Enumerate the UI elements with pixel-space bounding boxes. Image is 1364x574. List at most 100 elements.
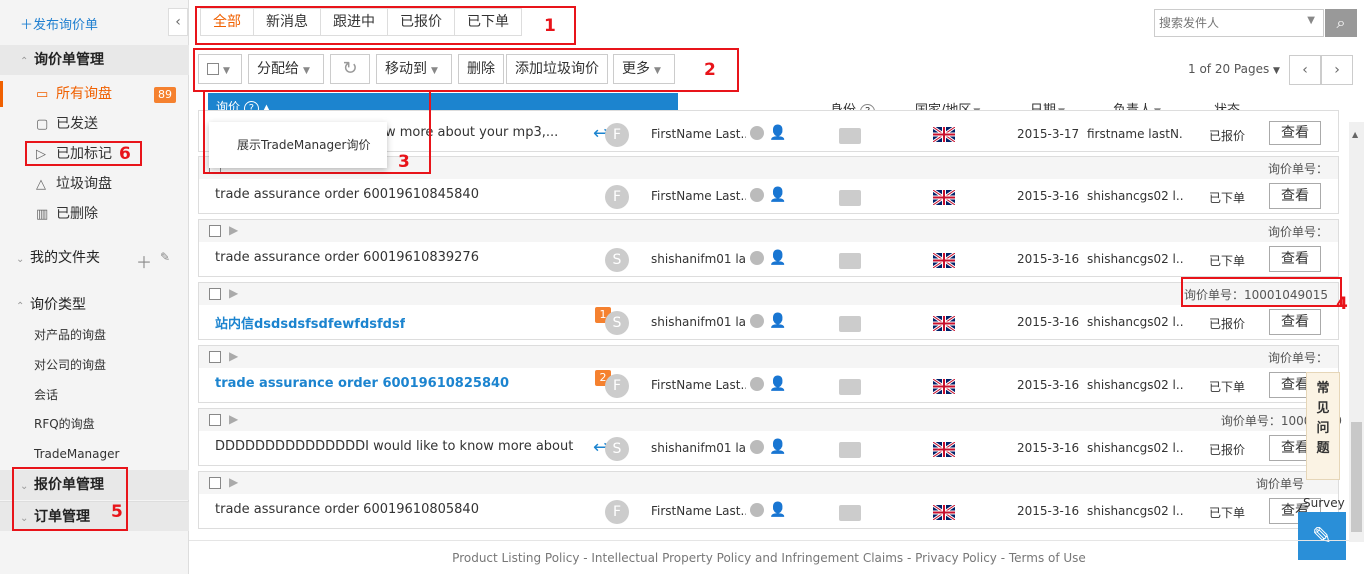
scroll-up-icon[interactable]: ▲ xyxy=(1352,130,1358,139)
sender-name[interactable]: shishanifm01 la... xyxy=(651,441,746,455)
table-row[interactable]: ▶ 询价单号：10001049015 站内信dsdsdsfsdfewfdsfdsf… xyxy=(198,282,1339,340)
row-checkbox[interactable] xyxy=(209,225,221,237)
page-indicator[interactable]: 1 of 20 Pages ▼ xyxy=(1188,62,1280,76)
search-button[interactable]: ⌕ xyxy=(1325,9,1357,37)
row-checkbox[interactable] xyxy=(209,351,221,363)
sidebar-item-all-inquiries[interactable]: ▭ 所有询盘 xyxy=(36,81,112,107)
annotation-label-4: 4 xyxy=(1336,294,1348,314)
row-date: 2015-3-16 xyxy=(1017,252,1080,266)
inquiry-subject[interactable]: trade assurance order 60019610805840 xyxy=(215,502,479,517)
type-product-inquiry[interactable]: 对产品的询盘 xyxy=(34,323,106,347)
view-button[interactable]: 查看 xyxy=(1269,121,1321,145)
uk-flag-icon xyxy=(933,379,955,394)
inquiry-filter-dropdown: 展示TradeManager询价 xyxy=(209,122,387,168)
sender-name[interactable]: FirstName Last... xyxy=(651,189,746,203)
edit-folder-icon[interactable]: ✎ xyxy=(160,250,170,264)
table-row[interactable]: ▶ 询价单号： trade assurance order 60019610839… xyxy=(198,219,1339,277)
next-page-button[interactable]: › xyxy=(1321,55,1353,85)
row-checkbox[interactable] xyxy=(209,288,221,300)
row-checkbox[interactable] xyxy=(209,414,221,426)
flag-icon[interactable]: ▶ xyxy=(229,475,238,489)
inquiry-subject[interactable]: 站内信dsdsdsfsdfewfdsfdsf xyxy=(215,313,405,332)
sender-name[interactable]: shishanifm01 la... xyxy=(651,315,746,329)
trademanager-icon[interactable] xyxy=(750,377,764,391)
avatar: F xyxy=(605,123,629,147)
sender-name[interactable]: FirstName Last... xyxy=(651,378,746,392)
row-date: 2015-3-16 xyxy=(1017,315,1080,329)
type-rfq-inquiry[interactable]: RFQ的询盘 xyxy=(34,412,95,436)
annotation-label-2: 2 xyxy=(704,60,716,80)
show-trademanager-option[interactable]: 展示TradeManager询价 xyxy=(237,138,370,152)
trademanager-icon[interactable] xyxy=(750,503,764,517)
trademanager-icon[interactable] xyxy=(750,126,764,140)
prev-page-button[interactable]: ‹ xyxy=(1289,55,1321,85)
row-status: 已下单 xyxy=(1209,380,1246,394)
publish-inquiry-link[interactable]: ＋发布询价单 xyxy=(20,14,98,33)
annotation-label-6: 6 xyxy=(119,144,131,164)
row-meta: ▶ 询价单号 xyxy=(199,472,1338,494)
chevron-up-icon: ⌃ xyxy=(16,301,25,312)
uk-flag-icon xyxy=(933,253,955,268)
flag-icon[interactable]: ▶ xyxy=(229,223,238,237)
table-row[interactable]: ▶ 询价单号：10001049 DDDDDDDDDDDDDDDI would li… xyxy=(198,408,1342,466)
faq-widget[interactable]: 常 见 问 题 xyxy=(1306,372,1340,480)
scrollbar[interactable]: ▲ xyxy=(1349,122,1364,542)
inquiry-subject[interactable]: trade assurance order 60019610839276 xyxy=(215,250,479,265)
trademanager-icon[interactable] xyxy=(750,314,764,328)
row-owner: shishancgs02 l... xyxy=(1087,504,1183,518)
survey-link[interactable]: Survey xyxy=(1303,496,1345,510)
inquiry-subject[interactable]: trade assurance order 60019610825840 xyxy=(215,376,509,391)
table-row[interactable]: ▶ 询价单号： trade assurance order 60019610825… xyxy=(198,345,1339,403)
type-conversation[interactable]: 会话 xyxy=(34,383,58,407)
chevron-left-icon: ‹ xyxy=(175,14,181,30)
uk-flag-icon xyxy=(933,442,955,457)
flag-icon[interactable]: ▶ xyxy=(229,412,238,426)
id-card-icon xyxy=(839,379,861,395)
add-folder-icon[interactable]: ＋ xyxy=(136,249,152,273)
view-button[interactable]: 查看 xyxy=(1269,309,1321,335)
order-number: 询价单号： xyxy=(1267,351,1328,365)
row-date: 2015-3-16 xyxy=(1017,189,1080,203)
avatar: S xyxy=(605,248,629,272)
view-button[interactable]: 查看 xyxy=(1269,183,1321,209)
trademanager-icon[interactable] xyxy=(750,440,764,454)
trademanager-icon[interactable] xyxy=(750,251,764,265)
flag-icon[interactable]: ▶ xyxy=(229,286,238,300)
id-card-icon xyxy=(839,190,861,206)
person-icon: 👤 xyxy=(769,250,787,266)
trademanager-icon[interactable] xyxy=(750,188,764,202)
chevron-down-icon[interactable]: ▼ xyxy=(1307,15,1315,26)
search-input[interactable] xyxy=(1155,10,1295,36)
chevron-up-icon: ⌃ xyxy=(20,56,29,67)
avatar: F xyxy=(605,374,629,398)
sender-name[interactable]: shishanifm01 la... xyxy=(651,252,746,266)
row-checkbox[interactable] xyxy=(209,477,221,489)
sender-name[interactable]: FirstName Last... xyxy=(651,127,746,141)
warning-icon: △ xyxy=(36,177,46,192)
table-row[interactable]: ▶ 询价单号 trade assurance order 600196108058… xyxy=(198,471,1339,529)
type-trademanager[interactable]: TradeManager xyxy=(34,442,119,466)
inquiry-subject[interactable]: trade assurance order 60019610845840 xyxy=(215,187,479,202)
chevron-left-icon: ‹ xyxy=(1302,62,1308,78)
uk-flag-icon xyxy=(933,316,955,331)
row-owner: shishancgs02 l... xyxy=(1087,315,1183,329)
sender-name[interactable]: FirstName Last... xyxy=(651,504,746,518)
row-meta: ▶ 询价单号： xyxy=(199,220,1338,242)
flag-icon[interactable]: ▶ xyxy=(229,349,238,363)
section-inquiry-management[interactable]: ⌃ 询价单管理 xyxy=(0,45,189,75)
collapse-sidebar-button[interactable]: ‹ xyxy=(168,8,188,36)
footer-links[interactable]: Product Listing Policy - Intellectual Pr… xyxy=(189,540,1349,574)
section-inquiry-types[interactable]: ⌃ 询价类型 xyxy=(0,290,189,320)
scrollbar-thumb[interactable] xyxy=(1351,422,1362,532)
row-owner: shishancgs02 l... xyxy=(1087,441,1183,455)
view-button[interactable]: 查看 xyxy=(1269,246,1321,272)
inquiry-subject[interactable]: DDDDDDDDDDDDDDDI would like to know more… xyxy=(215,439,575,454)
row-owner: shishancgs02 l... xyxy=(1087,378,1183,392)
type-company-inquiry[interactable]: 对公司的询盘 xyxy=(34,353,106,377)
row-status: 已下单 xyxy=(1209,254,1246,268)
sidebar-item-sent[interactable]: ▢ 已发送 xyxy=(36,111,98,137)
sidebar-item-spam[interactable]: △ 垃圾询盘 xyxy=(36,171,112,197)
id-card-icon xyxy=(839,316,861,332)
sidebar-item-deleted[interactable]: ▥ 已删除 xyxy=(36,201,98,227)
inbox-icon: ▭ xyxy=(36,87,49,102)
